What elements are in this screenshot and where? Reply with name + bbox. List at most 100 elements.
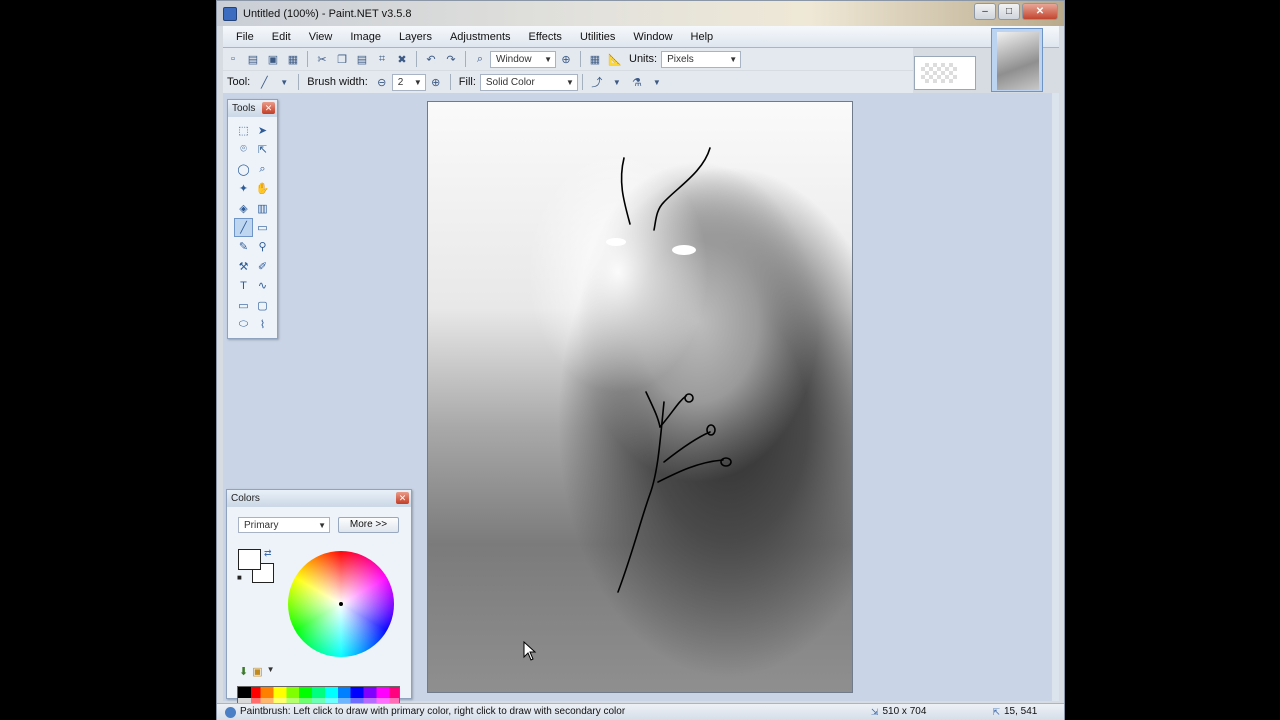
menu-image[interactable]: Image xyxy=(341,26,390,48)
chevron-down-icon[interactable]: ▼ xyxy=(609,74,625,90)
rounded-rectangle-icon[interactable]: ▢ xyxy=(253,296,272,315)
zoom-icon[interactable]: ⌕ xyxy=(472,51,488,67)
decrease-width-icon[interactable]: ⊖ xyxy=(374,74,390,90)
close-icon[interactable]: ✕ xyxy=(396,492,409,504)
pencil-icon[interactable]: ✎ xyxy=(234,237,253,256)
menu-effects[interactable]: Effects xyxy=(520,26,571,48)
chevron-down-icon: ▼ xyxy=(565,77,574,87)
image-tab-thumbnail[interactable] xyxy=(991,28,1043,92)
print-icon[interactable]: ▦ xyxy=(285,51,301,67)
recolor-icon[interactable]: ✐ xyxy=(253,257,272,276)
magic-wand-icon[interactable]: ✦ xyxy=(234,179,253,198)
units-select[interactable]: Pixels ▼ xyxy=(661,50,742,68)
antialiasing-icon[interactable]: ⤴ xyxy=(589,74,605,90)
chevron-down-icon: ▼ xyxy=(413,77,422,87)
ellipse-select-icon[interactable]: ◯ xyxy=(234,160,253,179)
new-icon[interactable]: ▫ xyxy=(225,51,241,67)
colors-panel: Colors ✕ Primary ▼ More >> ⇄ ■ ⬇ ▣ ▼ xyxy=(226,489,412,708)
tools-title-text: Tools xyxy=(232,103,256,114)
chevron-down-icon[interactable]: ▼ xyxy=(267,665,275,678)
paint-bucket-icon[interactable]: ◈ xyxy=(234,199,253,218)
ellipse-icon[interactable]: ⬭ xyxy=(234,315,253,334)
zoom-select[interactable]: Window ▼ xyxy=(490,50,556,68)
primary-color-swatch[interactable] xyxy=(238,549,261,570)
add-color-icon[interactable]: ⬇ xyxy=(239,665,248,678)
text-icon[interactable]: T xyxy=(234,276,253,295)
color-wheel-marker xyxy=(339,602,343,606)
paste-icon[interactable]: ▤ xyxy=(354,51,370,67)
lasso-select-icon[interactable]: ⌾ xyxy=(234,140,253,159)
app-icon xyxy=(223,6,237,21)
undo-icon[interactable]: ↶ xyxy=(423,51,439,67)
crop-icon[interactable]: ⌗ xyxy=(374,51,390,67)
menu-layers[interactable]: Layers xyxy=(390,26,441,48)
history-thumbnail[interactable] xyxy=(914,56,976,90)
line-curve-icon[interactable]: ∿ xyxy=(253,276,272,295)
toolbar-separator xyxy=(465,51,466,67)
menu-utilities[interactable]: Utilities xyxy=(571,26,624,48)
eraser-icon[interactable]: ▭ xyxy=(253,218,272,237)
open-icon[interactable]: ▤ xyxy=(245,51,261,67)
brush-width-input[interactable]: 2 ▼ xyxy=(391,73,426,91)
paintbrush-icon[interactable]: ╱ xyxy=(256,74,272,90)
save-icon[interactable]: ▣ xyxy=(265,51,281,67)
fill-select[interactable]: Solid Color ▼ xyxy=(479,73,578,91)
redo-icon[interactable]: ↷ xyxy=(443,51,459,67)
status-bar: Paintbrush: Left click to draw with prim… xyxy=(217,703,1064,720)
move-selection-icon[interactable]: ⇱ xyxy=(253,140,272,159)
menu-help[interactable]: Help xyxy=(682,26,723,48)
zoom-value: Window xyxy=(496,53,532,65)
clone-stamp-icon[interactable]: ⚒ xyxy=(234,257,253,276)
ruler-icon[interactable]: 📐 xyxy=(607,51,623,67)
increase-width-icon[interactable]: ⊕ xyxy=(428,74,444,90)
maximize-button[interactable]: □ xyxy=(998,3,1020,20)
freeform-shape-icon[interactable]: ⌇ xyxy=(253,315,272,334)
units-value: Pixels xyxy=(667,53,694,65)
minimize-button[interactable]: – xyxy=(974,3,996,20)
colors-body: Primary ▼ More >> ⇄ ■ ⬇ ▣ ▼ xyxy=(227,507,411,708)
canvas-image[interactable] xyxy=(427,101,853,693)
pan-icon[interactable]: ✋ xyxy=(253,179,272,198)
menu-adjustments[interactable]: Adjustments xyxy=(441,26,520,48)
menu-view[interactable]: View xyxy=(300,26,342,48)
zoom-in-icon[interactable]: ⊕ xyxy=(558,51,574,67)
more-button[interactable]: More >> xyxy=(338,517,399,533)
image-size-icon: ⇲ xyxy=(870,707,879,717)
grid-icon[interactable]: ▦ xyxy=(587,51,603,67)
menu-file[interactable]: File xyxy=(227,26,263,48)
color-picker-icon[interactable]: ⚲ xyxy=(253,237,272,256)
chevron-down-icon[interactable]: ▼ xyxy=(276,74,292,90)
tools-panel-title[interactable]: Tools ✕ xyxy=(228,100,277,117)
tools-panel: Tools ✕ ⬚ ➤ ⌾ ⇱ ◯ ⌕ ✦ ✋ ◈ ▥ ╱ ▭ ✎ ⚲ ⚒ ✐ … xyxy=(227,99,278,339)
tool-label: Tool: xyxy=(227,76,251,88)
palette-menu-icon[interactable]: ▣ xyxy=(252,665,262,678)
chevron-down-icon[interactable]: ▼ xyxy=(649,74,665,90)
cut-icon[interactable]: ✂ xyxy=(314,51,330,67)
swap-colors-icon[interactable]: ⇄ xyxy=(264,548,272,559)
status-hint: Paintbrush: Left click to draw with prim… xyxy=(240,706,626,717)
copy-icon[interactable]: ❐ xyxy=(334,51,350,67)
color-wheel[interactable] xyxy=(288,551,394,657)
color-mode-select[interactable]: Primary ▼ xyxy=(238,517,330,533)
blend-mode-icon[interactable]: ⚗ xyxy=(629,74,645,90)
chevron-down-icon: ▼ xyxy=(729,54,738,64)
zoom-icon[interactable]: ⌕ xyxy=(253,160,272,179)
deselect-icon[interactable]: ✖ xyxy=(394,51,410,67)
window-controls: – □ ✕ xyxy=(974,3,1058,20)
menu-window[interactable]: Window xyxy=(624,26,681,48)
colors-panel-title[interactable]: Colors ✕ xyxy=(227,490,411,507)
color-mode-value: Primary xyxy=(244,520,279,531)
rectangle-select-icon[interactable]: ⬚ xyxy=(234,121,253,140)
gradient-icon[interactable]: ▥ xyxy=(253,199,272,218)
close-icon[interactable]: ✕ xyxy=(262,102,275,114)
toolbar-separator xyxy=(416,51,417,67)
reset-colors-icon[interactable]: ■ xyxy=(237,573,242,582)
move-selected-icon[interactable]: ➤ xyxy=(253,121,272,140)
vertical-scrollbar[interactable] xyxy=(1052,93,1059,701)
rectangle-icon[interactable]: ▭ xyxy=(234,296,253,315)
toolbar-separator xyxy=(581,74,583,90)
menu-edit[interactable]: Edit xyxy=(263,26,300,48)
close-button[interactable]: ✕ xyxy=(1022,3,1058,20)
title-bar[interactable]: Untitled (100%) - Paint.NET v3.5.8 – □ ✕ xyxy=(217,1,1064,26)
paintbrush-icon[interactable]: ╱ xyxy=(234,217,253,237)
